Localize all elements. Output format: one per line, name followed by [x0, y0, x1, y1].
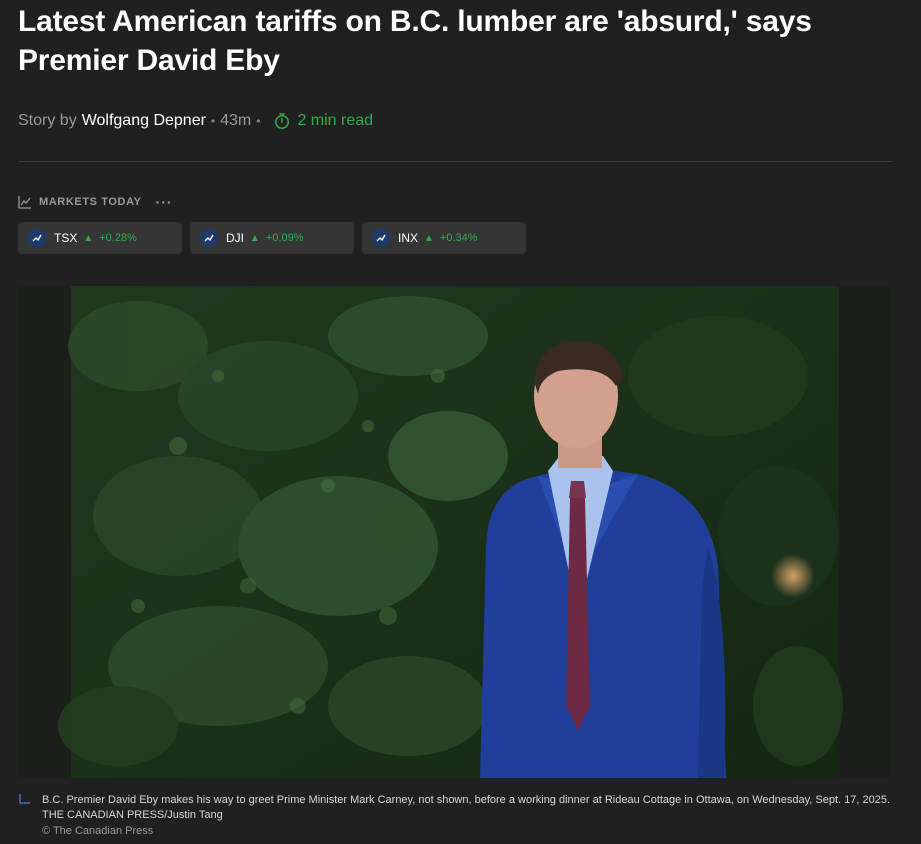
markets-heading: MARKETS TODAY — [39, 196, 142, 208]
ticker-tsx[interactable]: TSX ▲ +0.28% — [18, 222, 182, 254]
up-arrow-icon: ▲ — [424, 232, 434, 244]
article-age: 43m — [220, 112, 252, 129]
article-headline: Latest American tariffs on B.C. lumber a… — [18, 5, 812, 77]
ticker-inx[interactable]: INX ▲ +0.34% — [362, 222, 526, 254]
separator-dot: • — [256, 114, 261, 128]
photo-caption: B.C. Premier David Eby makes his way to … — [42, 794, 891, 821]
ticker-symbol: TSX — [54, 231, 78, 245]
byline-prefix: Story by — [18, 112, 77, 129]
ticker-list: TSX ▲ +0.28% DJI ▲ +0.09% INX ▲ +0.34% — [18, 222, 526, 254]
read-time: 2 min read — [297, 112, 374, 129]
markets-header: MARKETS TODAY ··· — [18, 193, 173, 211]
ticker-badge-icon — [372, 229, 390, 247]
caption-corner-icon — [18, 792, 32, 806]
ticker-dji[interactable]: DJI ▲ +0.09% — [190, 222, 354, 254]
chart-icon — [18, 195, 32, 209]
timer-icon — [273, 112, 291, 130]
author-link[interactable]: Wolfgang Depner — [82, 112, 206, 130]
up-arrow-icon: ▲ — [83, 232, 94, 244]
ticker-badge-icon — [200, 229, 218, 247]
ticker-change: +0.34% — [439, 232, 478, 244]
ticker-change: +0.28% — [99, 232, 137, 244]
article-photo[interactable] — [18, 286, 891, 778]
more-icon[interactable]: ··· — [156, 194, 173, 210]
divider — [18, 161, 892, 162]
up-arrow-icon: ▲ — [250, 232, 260, 244]
byline: Story by Wolfgang Depner • 43m • 2 min r… — [18, 111, 373, 131]
separator-dot: • — [210, 114, 216, 128]
ticker-badge-icon — [28, 229, 46, 247]
ticker-symbol: INX — [398, 231, 419, 245]
ticker-symbol: DJI — [226, 231, 244, 245]
ticker-change: +0.09% — [265, 232, 304, 244]
photo-credit: © The Canadian Press — [42, 825, 154, 837]
